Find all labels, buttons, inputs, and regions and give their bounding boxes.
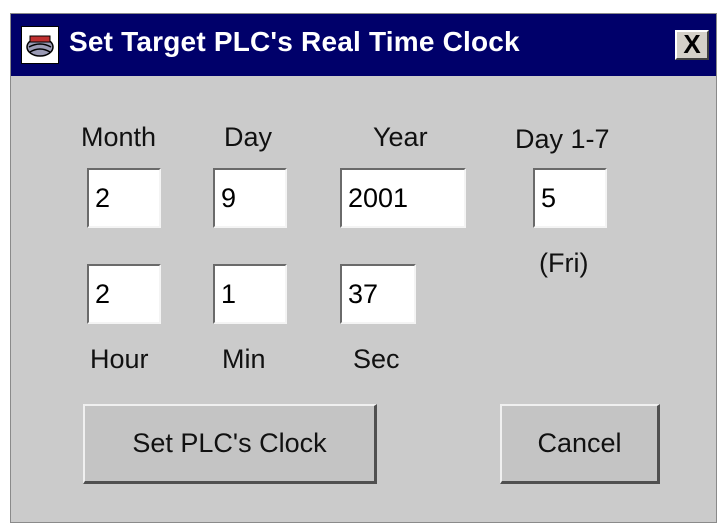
month-label: Month — [81, 122, 157, 152]
title-bar[interactable]: Set Target PLC's Real Time Clock X — [11, 14, 716, 76]
window-title: Set Target PLC's Real Time Clock — [69, 26, 520, 57]
hour-field[interactable] — [87, 264, 161, 324]
plc-app-icon — [21, 26, 59, 64]
cancel-button[interactable]: Cancel — [500, 404, 660, 484]
hour-label: Hour — [90, 344, 149, 374]
month-field[interactable] — [87, 168, 161, 228]
sec-field[interactable] — [340, 264, 416, 324]
year-field[interactable] — [340, 168, 466, 228]
weekday-label: Day 1-7 — [515, 124, 610, 154]
weekday-name: (Fri) — [539, 248, 589, 278]
day-field[interactable] — [213, 168, 287, 228]
close-button[interactable]: X — [675, 30, 709, 60]
set-plc-clock-button[interactable]: Set PLC's Clock — [83, 404, 377, 484]
set-clock-dialog: Set Target PLC's Real Time Clock X Month… — [10, 13, 717, 523]
min-label: Min — [222, 344, 266, 374]
day-label: Day — [224, 122, 273, 152]
weekday-field[interactable] — [533, 168, 607, 228]
sec-label: Sec — [353, 344, 400, 374]
year-label: Year — [373, 122, 428, 152]
min-field[interactable] — [213, 264, 287, 324]
